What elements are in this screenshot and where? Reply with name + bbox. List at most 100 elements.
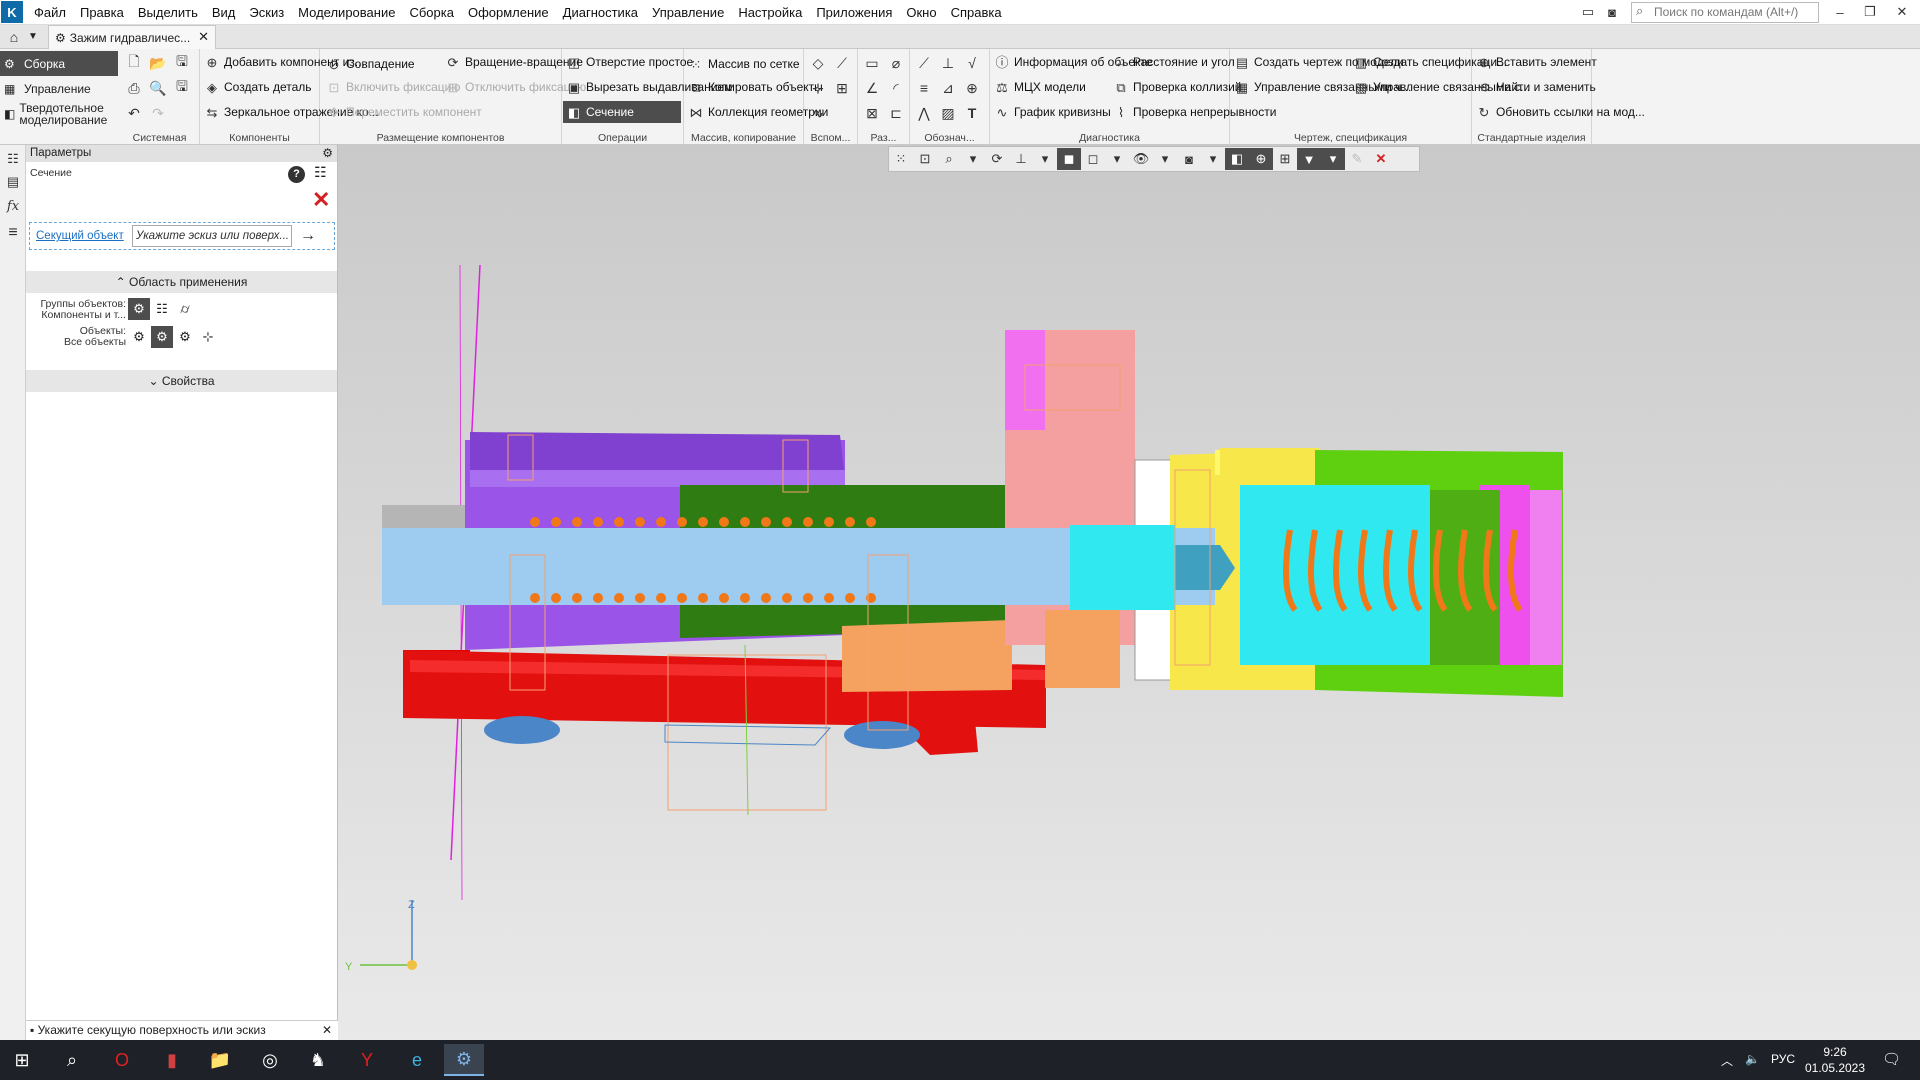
start-icon[interactable]: ⊞ [2,1044,42,1076]
mode-assembly[interactable]: ⚙ Сборка [0,51,118,76]
plane-icon[interactable]: ◇ [808,53,828,73]
app-logo[interactable]: K [1,1,23,23]
objects-add-icon[interactable]: ⊹ [197,326,219,348]
arrow-right-icon[interactable]: → [300,227,316,245]
home-icon[interactable]: ⌂ [4,27,24,47]
browser-icon[interactable]: ◎ [250,1044,290,1076]
open-folder-icon[interactable]: 📂 [148,53,168,73]
objects-exclude-icon[interactable]: ⚙ [174,326,196,348]
yandex-icon[interactable]: Y [347,1044,387,1076]
auto-dim-icon[interactable]: ⊠ [862,103,882,123]
layers-icon[interactable]: ≡ [3,223,23,243]
diameter-dim-icon[interactable]: ⌀ [886,53,906,73]
fox-icon[interactable]: ♞ [298,1044,338,1076]
opera-icon[interactable]: O [102,1044,142,1076]
help-icon[interactable]: ? [288,166,305,183]
grid-array-button[interactable]: ⁙ Массив по сетке [687,55,800,73]
save-icon[interactable]: 🖫 [172,53,192,73]
print-icon[interactable]: ⎙ [124,78,144,98]
point-icon[interactable]: ⊹ [808,78,828,98]
tree-icon[interactable]: ☷ [3,149,23,169]
properties-icon[interactable]: ▤ [3,172,23,192]
menu-management[interactable]: Управление [645,0,731,25]
3d-viewport[interactable]: ⁙ ⊡ ⌕ ▾ ⟳ ⊥ ▾ ◼ ◻ ▾ 👁 ▾ ◙ ▾ ◧ ⊕ ⊞ ▼ ▾ ✎ … [338,145,1920,1040]
volume-icon[interactable]: 🔈 [1745,1052,1760,1066]
search-icon[interactable]: ⌕ [52,1044,92,1076]
document-tab[interactable]: ⚙ Зажим гидравличес... ✕ [48,25,216,49]
cutting-object-input[interactable]: Укажите эскиз или поверх... [132,225,292,247]
coord-system-icon[interactable]: ⊞ [832,78,852,98]
redo-icon[interactable]: ↷ [148,103,168,123]
hatch-icon[interactable]: ▨ [938,103,958,123]
menu-select[interactable]: Выделить [131,0,205,25]
objects-selected-icon[interactable]: ⚙ [151,326,173,348]
layout-icon[interactable]: ▭ [1578,2,1598,22]
menu-edit[interactable]: Правка [73,0,131,25]
collision-check-button[interactable]: ⧉ Проверка коллизий [1112,78,1241,96]
enable-fixation-button[interactable]: ⊡ Включить фиксацию [325,78,461,96]
undo-icon[interactable]: ↶ [124,103,144,123]
position-icon[interactable]: ⊕ [962,78,982,98]
menu-assembly[interactable]: Сборка [402,0,461,25]
insert-element-button[interactable]: ⊕ Вставить элемент [1475,53,1597,71]
copy-objects-button[interactable]: ⧉ Копировать объекты [687,78,822,96]
chevron-up-icon[interactable]: ︿ [1721,1052,1733,1069]
menu-view[interactable]: Вид [205,0,243,25]
command-search-input[interactable]: Поиск по командам (Alt+/) [1631,2,1819,23]
groups-body-icon[interactable]: ⌭ [174,298,196,320]
menu-file[interactable]: Файл [27,0,73,25]
menu-sketch[interactable]: Эскиз [242,0,291,25]
menu-settings[interactable]: Настройка [731,0,809,25]
close-icon[interactable]: ✕ [1892,2,1912,22]
axis-icon[interactable]: ⟋ [832,53,852,73]
mark-icon[interactable]: ⊿ [938,78,958,98]
groups-components-icon[interactable]: ⚙ [128,298,150,320]
variables-icon[interactable]: fx [3,197,23,217]
minimize-icon[interactable]: – [1830,2,1850,22]
weld-icon[interactable]: ⋀ [914,103,934,123]
tab-close-icon[interactable]: ✕ [198,29,209,45]
text-icon[interactable]: T [962,103,982,123]
menu-window[interactable]: Окно [899,0,943,25]
chain-dim-icon[interactable]: ⊏ [886,103,906,123]
curvature-graph-button[interactable]: ∿ График кривизны [993,103,1111,121]
linear-dim-icon[interactable]: ▭ [862,53,882,73]
clock[interactable]: 9:26 01.05.2023 [1800,1044,1870,1076]
save-all-icon[interactable]: 🖫 [172,78,192,98]
hint-close-icon[interactable]: ✕ [322,1021,332,1040]
menu-diagnostics[interactable]: Диагностика [556,0,645,25]
new-file-icon[interactable]: 🗋 [124,53,144,73]
mode-management[interactable]: ▦ Управление [0,76,118,101]
find-replace-button[interactable]: ⟲ Найти и заменить [1475,78,1596,96]
app-icon[interactable]: ▮ [152,1044,192,1076]
tolerance-icon[interactable]: ≡ [914,78,934,98]
gear-icon[interactable]: ⚙ [322,145,333,162]
groups-tree-icon[interactable]: ☷ [151,298,173,320]
radius-dim-icon[interactable]: ◜ [886,78,906,98]
menu-help[interactable]: Справка [944,0,1009,25]
section-properties[interactable]: ⌄ Свойства [26,370,337,392]
mode-solid[interactable]: ◧ Твердотельное моделирование [0,101,118,126]
chevron-down-icon[interactable]: ▼ [28,27,38,47]
distance-angle-button[interactable]: ↔ Расстояние и угол [1112,53,1235,71]
simple-hole-button[interactable]: ◫ Отверстие простое [565,53,693,71]
kompas-taskbar-icon[interactable]: ⚙ [444,1044,484,1076]
menu-drafting[interactable]: Оформление [461,0,556,25]
leader-icon[interactable]: ⟋ [914,53,934,73]
create-part-button[interactable]: ◈ Создать деталь [203,78,312,96]
section-button[interactable]: ◧ Сечение [563,101,681,123]
mass-properties-button[interactable]: ⚖ МЦХ модели [993,78,1086,96]
update-links-button[interactable]: ↻ Обновить ссылки на мод... [1475,103,1645,121]
camera-icon[interactable]: ◙ [1602,2,1622,22]
tree-view-icon[interactable]: ☷ [314,164,327,181]
keyboard-language[interactable]: РУС [1771,1052,1795,1066]
preview-icon[interactable]: 🔍 [148,78,168,98]
move-component-button[interactable]: ✥ Переместить компонент [325,103,482,121]
restore-icon[interactable]: ❐ [1860,2,1880,22]
objects-all-icon[interactable]: ⚙ [128,326,150,348]
edge-icon[interactable]: e [397,1044,437,1076]
notifications-icon[interactable]: 🗨 [1882,1050,1901,1068]
cutting-object-link[interactable]: Секущий объект [36,230,128,242]
menu-modeling[interactable]: Моделирование [291,0,402,25]
base-icon[interactable]: ⊥ [938,53,958,73]
